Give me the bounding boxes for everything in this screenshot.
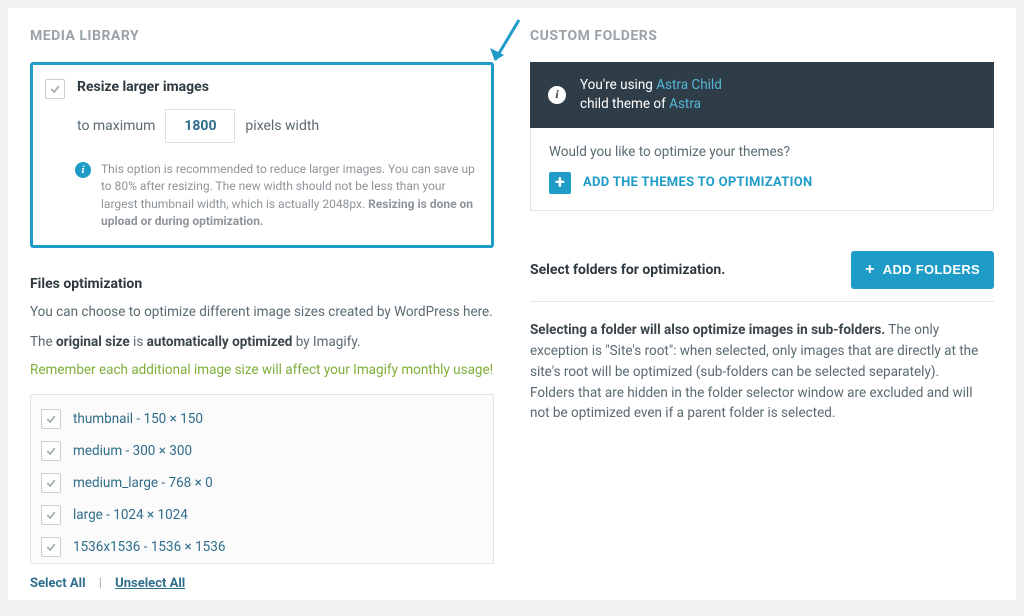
- resize-suffix: pixels width: [245, 118, 319, 134]
- info-icon: i: [75, 162, 91, 178]
- info-icon: i: [548, 86, 566, 104]
- size-checkbox[interactable]: [41, 537, 61, 557]
- size-checkbox[interactable]: [41, 441, 61, 461]
- check-icon: [45, 413, 57, 425]
- check-icon: [45, 509, 57, 521]
- custom-folders-title: CUSTOM FOLDERS: [530, 28, 994, 44]
- select-links: Select All | Unselect All: [30, 576, 494, 591]
- plus-icon: +: [549, 172, 571, 194]
- resize-checkbox[interactable]: [45, 79, 65, 99]
- files-optimization-desc: You can choose to optimize different ima…: [30, 302, 494, 322]
- theme-optimize-box: Would you like to optimize your themes? …: [530, 128, 994, 211]
- folders-description: Selecting a folder will also optimize im…: [530, 320, 994, 425]
- size-checkbox[interactable]: [41, 473, 61, 493]
- media-library-title: MEDIA LIBRARY: [30, 28, 494, 44]
- size-label: 1536x1536 - 1536 × 1536: [73, 539, 225, 555]
- files-optimization-line2: The original size is automatically optim…: [30, 332, 494, 352]
- folders-header-row: Select folders for optimization. + ADD F…: [530, 251, 994, 302]
- image-sizes-list[interactable]: thumbnail - 150 × 150 medium - 300 × 300…: [30, 394, 494, 564]
- theme-info-banner: i You're using Astra Child child theme o…: [530, 62, 994, 128]
- resize-images-box: Resize larger images to maximum pixels w…: [30, 62, 494, 248]
- size-checkbox[interactable]: [41, 409, 61, 429]
- add-folders-button[interactable]: + ADD FOLDERS: [851, 251, 994, 289]
- list-item: medium_large - 768 × 0: [37, 467, 487, 499]
- check-icon: [49, 83, 61, 95]
- optimize-prompt: Would you like to optimize your themes?: [549, 144, 975, 160]
- resize-prefix: to maximum: [77, 118, 155, 134]
- resize-label: Resize larger images: [77, 79, 475, 95]
- size-label: large - 1024 × 1024: [73, 507, 188, 523]
- theme-child-link[interactable]: Astra Child: [656, 77, 722, 93]
- add-themes-button[interactable]: + ADD THE THEMES TO OPTIMIZATION: [549, 172, 812, 194]
- size-label: thumbnail - 150 × 150: [73, 411, 203, 427]
- check-icon: [45, 445, 57, 457]
- usage-warning: Remember each additional image size will…: [30, 362, 494, 378]
- files-optimization-heading: Files optimization: [30, 276, 494, 292]
- list-item: 1536x1536 - 1536 × 1536: [37, 531, 487, 563]
- size-label: medium_large - 768 × 0: [73, 475, 213, 491]
- plus-icon: +: [865, 261, 875, 279]
- list-item: medium - 300 × 300: [37, 435, 487, 467]
- check-icon: [45, 477, 57, 489]
- resize-info-text: This option is recommended to reduce lar…: [101, 161, 475, 231]
- size-checkbox[interactable]: [41, 505, 61, 525]
- list-item: thumbnail - 150 × 150: [37, 403, 487, 435]
- theme-parent-link[interactable]: Astra: [669, 96, 701, 112]
- list-item: large - 1024 × 1024: [37, 499, 487, 531]
- unselect-all-link[interactable]: Unselect All: [115, 576, 185, 591]
- select-folders-label: Select folders for optimization.: [530, 262, 725, 278]
- check-icon: [45, 541, 57, 553]
- resize-width-input[interactable]: [165, 109, 235, 143]
- size-label: medium - 300 × 300: [73, 443, 192, 459]
- select-all-link[interactable]: Select All: [30, 576, 86, 591]
